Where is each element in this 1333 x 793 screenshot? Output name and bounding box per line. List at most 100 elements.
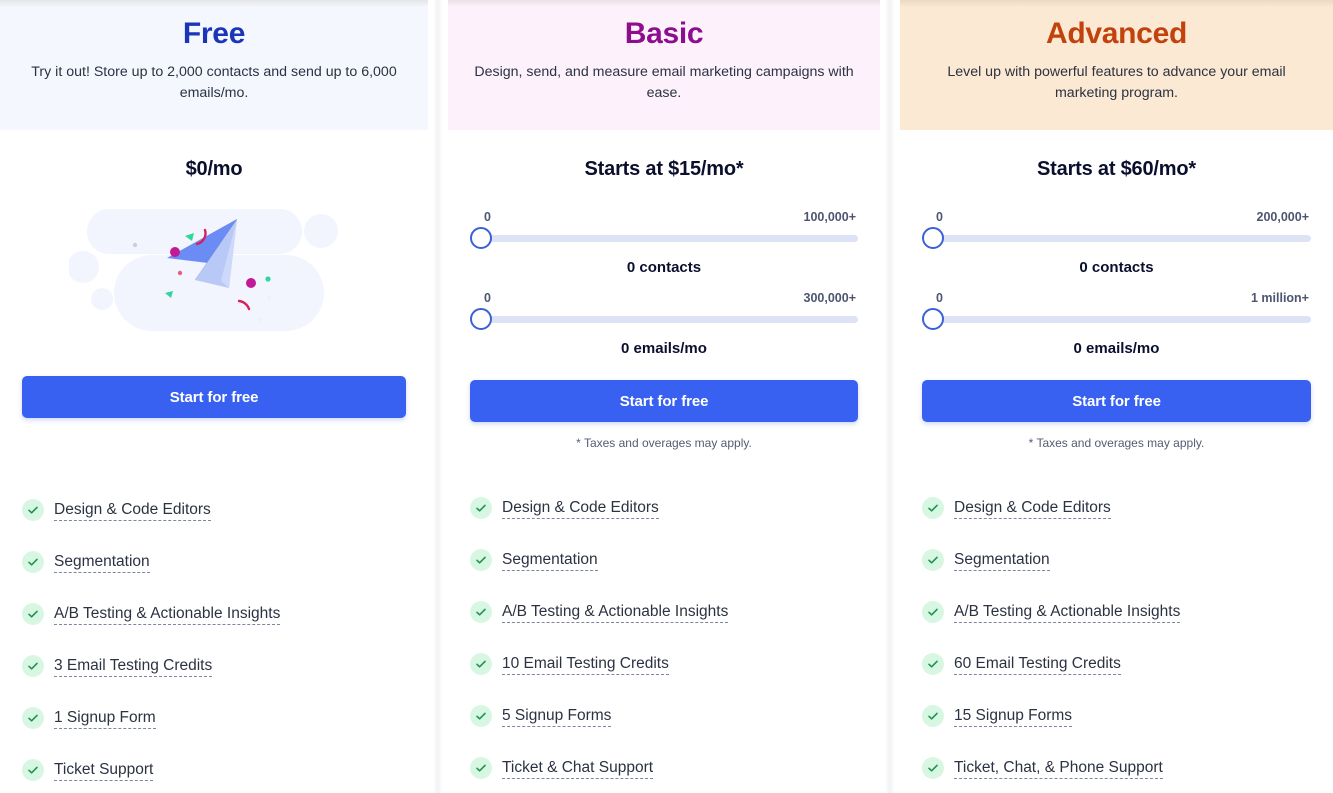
emails-slider-scale-advanced: 0 1 million+ [922,291,1311,307]
check-icon [22,655,44,677]
plan-description-basic: Design, send, and measure email marketin… [474,64,854,101]
plan-header-advanced: Advanced Level up with powerful features… [900,0,1333,130]
feature-item[interactable]: Ticket, Chat, & Phone Support [922,742,1311,793]
feature-item[interactable]: 1 Signup Form [22,692,406,744]
check-icon [22,551,44,573]
feature-list-basic: Design & Code Editors Segmentation A/B T… [470,482,858,793]
feature-label[interactable]: Ticket, Chat, & Phone Support [954,758,1163,779]
feature-label[interactable]: 5 Signup Forms [502,706,612,727]
feature-item[interactable]: Segmentation [22,536,406,588]
check-icon [22,603,44,625]
feature-label[interactable]: A/B Testing & Actionable Insights [54,604,281,625]
feature-label[interactable]: Segmentation [54,552,150,573]
plan-card-free: Free Try it out! Store up to 2,000 conta… [0,0,428,793]
feature-item[interactable]: Design & Code Editors [470,482,858,534]
slider-track[interactable] [482,315,858,323]
feature-label[interactable]: Segmentation [954,550,1050,571]
check-icon [22,759,44,781]
feature-item[interactable]: A/B Testing & Actionable Insights [470,586,858,638]
feature-label[interactable]: 1 Signup Form [54,708,156,729]
feature-label[interactable]: Design & Code Editors [54,500,211,521]
feature-list-advanced: Design & Code Editors Segmentation A/B T… [922,482,1311,793]
check-icon [922,497,944,519]
feature-item[interactable]: A/B Testing & Actionable Insights [922,586,1311,638]
column-divider [880,0,900,793]
feature-label[interactable]: A/B Testing & Actionable Insights [954,602,1181,623]
feature-label[interactable]: Ticket Support [54,760,154,781]
start-for-free-button-basic[interactable]: Start for free [470,380,858,422]
slider-track[interactable] [934,315,1311,323]
contacts-slider-advanced: 0 200,000+ 0 contacts [922,210,1311,276]
contacts-slider-value-basic: 0 contacts [626,259,702,276]
slider-thumb[interactable] [922,308,944,330]
check-icon [470,549,492,571]
slider-min-label: 0 [936,210,943,224]
cta-wrap-advanced: Start for free [922,380,1311,422]
contacts-slider-scale-basic: 0 100,000+ [470,210,858,226]
paper-plane-illustration [22,192,406,364]
slider-min-label: 0 [484,210,491,224]
emails-slider-scale-basic: 0 300,000+ [470,291,858,307]
feature-label[interactable]: 10 Email Testing Credits [502,654,669,675]
plan-description-advanced: Level up with powerful features to advan… [947,64,1286,101]
feature-item[interactable]: 10 Email Testing Credits [470,638,858,690]
check-icon [470,705,492,727]
feature-label[interactable]: Design & Code Editors [502,498,659,519]
slider-thumb[interactable] [470,227,492,249]
slider-min-label: 0 [484,291,491,305]
plan-header-free: Free Try it out! Store up to 2,000 conta… [0,0,428,130]
feature-item[interactable]: 3 Email Testing Credits [22,640,406,692]
plan-body-basic: Starts at $15/mo* 0 100,000+ 0 contacts … [448,158,880,793]
feature-label[interactable]: 3 Email Testing Credits [54,656,213,677]
feature-item[interactable]: 15 Signup Forms [922,690,1311,742]
column-divider [428,0,448,793]
feature-item[interactable]: 5 Signup Forms [470,690,858,742]
contacts-slider-track-row-advanced[interactable] [922,226,1311,250]
start-for-free-button-free[interactable]: Start for free [22,376,406,418]
feature-label[interactable]: 15 Signup Forms [954,706,1073,727]
check-icon [922,757,944,779]
check-icon [22,499,44,521]
feature-item[interactable]: Segmentation [922,534,1311,586]
emails-slider-basic: 0 300,000+ 0 emails/mo [470,291,858,357]
check-icon [470,497,492,519]
plan-price-advanced: Starts at $60/mo* [1037,158,1196,180]
feature-item[interactable]: Ticket & Chat Support [470,742,858,793]
taxes-note-advanced: * Taxes and overages may apply. [1028,436,1205,450]
plan-description-free: Try it out! Store up to 2,000 contacts a… [31,64,397,101]
feature-label[interactable]: 60 Email Testing Credits [954,654,1121,675]
emails-slider-value-advanced: 0 emails/mo [1073,340,1160,357]
start-for-free-button-advanced[interactable]: Start for free [922,380,1311,422]
plan-price-basic: Starts at $15/mo* [584,158,744,180]
feature-item[interactable]: Design & Code Editors [922,482,1311,534]
feature-label[interactable]: Design & Code Editors [954,498,1111,519]
feature-list-free: Design & Code Editors Segmentation A/B T… [22,484,406,793]
feature-item[interactable]: Design & Code Editors [22,484,406,536]
plan-card-advanced: Advanced Level up with powerful features… [900,0,1333,793]
emails-slider-track-row-advanced[interactable] [922,307,1311,331]
feature-label[interactable]: Segmentation [502,550,598,571]
feature-item[interactable]: 60 Email Testing Credits [922,638,1311,690]
feature-label[interactable]: Ticket & Chat Support [502,758,654,779]
feature-label[interactable]: A/B Testing & Actionable Insights [502,602,729,623]
feature-item[interactable]: A/B Testing & Actionable Insights [22,588,406,640]
cta-wrap-basic: Start for free [470,380,858,422]
contacts-slider-value-advanced: 0 contacts [1079,259,1154,276]
slider-thumb[interactable] [470,308,492,330]
slider-max-label: 100,000+ [803,210,856,224]
check-icon [470,653,492,675]
slider-max-label: 1 million+ [1250,291,1309,305]
plan-body-free: $0/mo Start for free Design & Code Edito… [0,158,428,793]
emails-slider-track-row-basic[interactable] [470,307,858,331]
check-icon [922,601,944,623]
slider-track[interactable] [482,234,858,242]
slider-track[interactable] [934,234,1311,242]
plan-body-advanced: Starts at $60/mo* 0 200,000+ 0 contacts … [900,158,1333,793]
slider-thumb[interactable] [922,227,944,249]
check-icon [922,705,944,727]
contacts-slider-track-row-basic[interactable] [470,226,858,250]
plan-price-free: $0/mo [185,158,243,180]
feature-item[interactable]: Segmentation [470,534,858,586]
feature-item[interactable]: Ticket Support [22,744,406,793]
plan-card-basic: Basic Design, send, and measure email ma… [448,0,880,793]
